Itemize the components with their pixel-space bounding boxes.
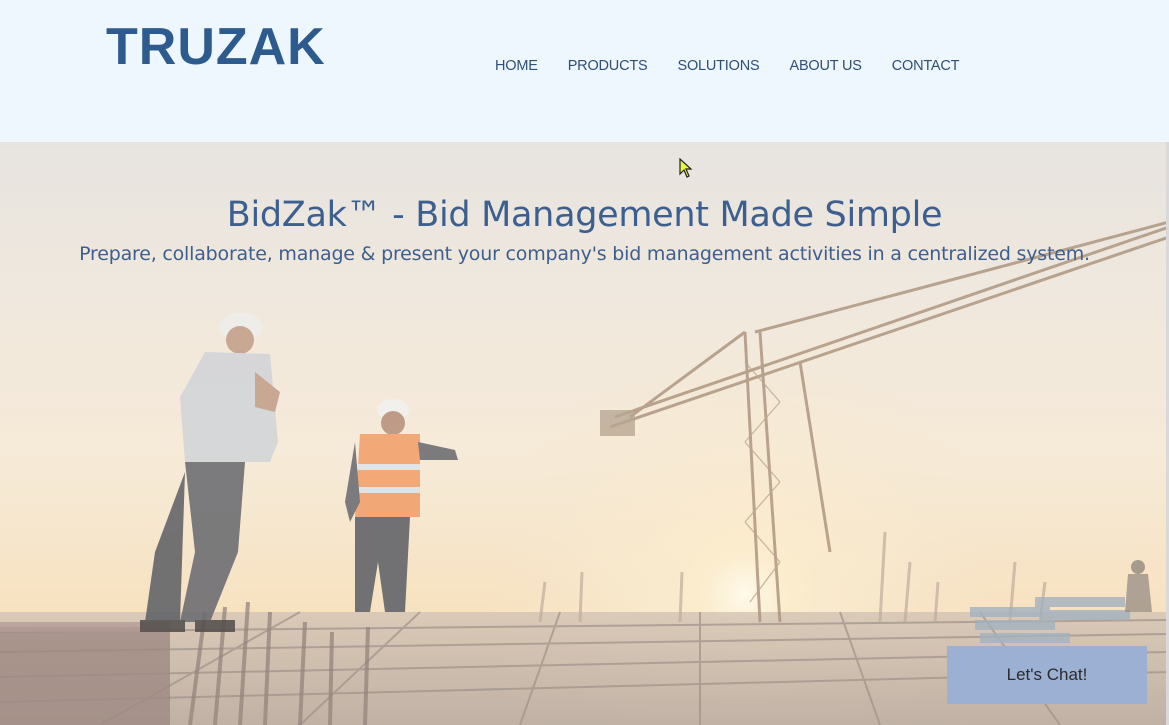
nav-products[interactable]: PRODUCTS — [553, 56, 663, 76]
site-logo[interactable]: TRUZAK — [106, 14, 326, 80]
mouse-pointer-icon — [679, 158, 693, 178]
hero-section: BidZak™ - Bid Management Made Simple Pre… — [0, 142, 1169, 725]
lets-chat-button[interactable]: Let's Chat! — [947, 646, 1147, 704]
main-nav: HOME PRODUCTS SOLUTIONS ABOUT US CONTACT — [480, 56, 974, 76]
hero-title: BidZak™ - Bid Management Made Simple — [226, 195, 943, 235]
nav-solutions[interactable]: SOLUTIONS — [662, 56, 774, 76]
site-header: TRUZAK HOME PRODUCTS SOLUTIONS ABOUT US … — [0, 0, 1169, 142]
nav-about-us[interactable]: ABOUT US — [774, 56, 876, 76]
nav-home[interactable]: HOME — [480, 56, 553, 76]
nav-contact[interactable]: CONTACT — [877, 56, 975, 76]
hero-subtitle: Prepare, collaborate, manage & present y… — [79, 243, 1090, 265]
